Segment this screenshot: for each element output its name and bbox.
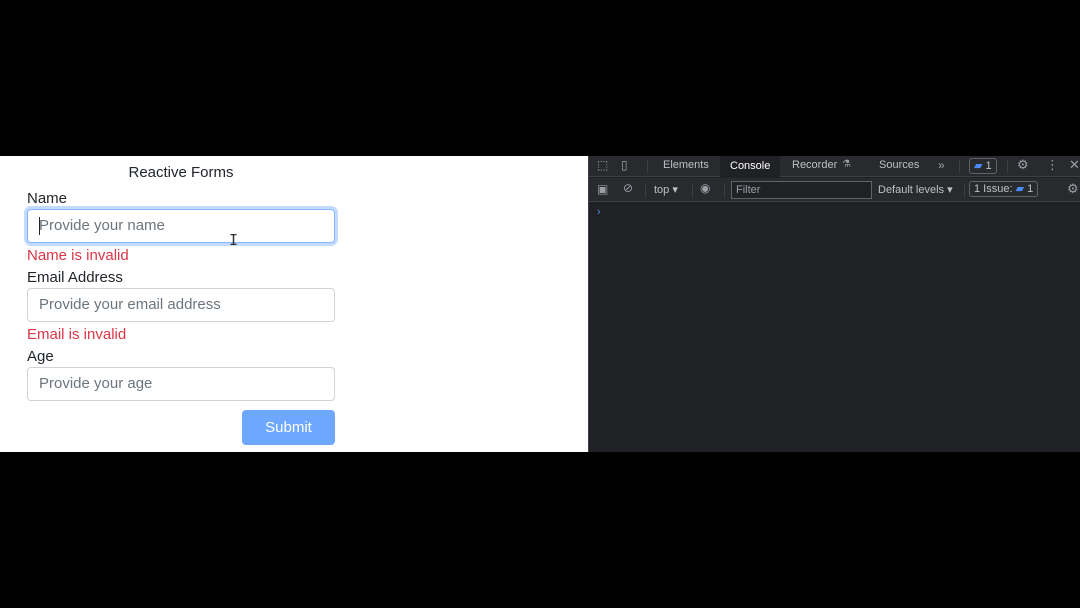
name-input[interactable]: Provide your name xyxy=(27,209,335,243)
name-error: Name is invalid xyxy=(27,247,129,264)
divider xyxy=(964,183,965,197)
settings-gear-icon[interactable]: ⚙ xyxy=(1017,157,1029,173)
age-label: Age xyxy=(27,348,54,365)
more-tabs-icon[interactable]: » xyxy=(938,158,945,172)
clear-console-icon[interactable]: ⊘ xyxy=(623,181,633,195)
devtools-tabbar: ⬚ ▯ Elements Console Recorder ⚗ Sources … xyxy=(589,156,1080,177)
log-levels-dropdown[interactable]: Default levels ▾ xyxy=(878,183,953,196)
issues-label: 1 Issue: xyxy=(974,183,1013,195)
text-caret xyxy=(39,217,40,235)
messages-badge[interactable]: ▰ 1 xyxy=(969,158,997,174)
console-prompt[interactable]: › xyxy=(597,206,601,218)
filter-input[interactable]: Filter xyxy=(731,181,872,199)
inspect-icon[interactable]: ⬚ xyxy=(597,158,608,172)
email-input[interactable]: Provide your email address xyxy=(27,288,335,322)
tab-sources[interactable]: Sources xyxy=(879,159,919,171)
submit-button[interactable]: Submit xyxy=(242,410,335,445)
flask-icon: ⚗ xyxy=(842,159,851,170)
page-title: Reactive Forms xyxy=(128,164,234,181)
issues-count: 1 xyxy=(1027,183,1034,195)
tab-console[interactable]: Console xyxy=(720,156,781,177)
devtools-panel: ⬚ ▯ Elements Console Recorder ⚗ Sources … xyxy=(588,156,1080,452)
name-placeholder: Provide your name xyxy=(39,217,165,234)
context-value: top xyxy=(654,184,670,196)
divider xyxy=(647,160,648,173)
tab-elements[interactable]: Elements xyxy=(663,159,709,171)
email-label: Email Address xyxy=(27,269,123,286)
issues-button[interactable]: 1 Issue: ▰ 1 xyxy=(969,181,1039,197)
divider xyxy=(692,183,693,197)
messages-count: 1 xyxy=(985,160,992,172)
context-selector[interactable]: top ▾ xyxy=(654,183,678,196)
eye-icon[interactable]: ◉ xyxy=(700,181,710,195)
message-icon: ▰ xyxy=(974,160,983,172)
issue-icon: ▰ xyxy=(1015,183,1025,195)
app-page: Reactive Forms Name Provide your name I … xyxy=(0,156,588,452)
email-placeholder: Provide your email address xyxy=(39,296,221,313)
name-label: Name xyxy=(27,190,68,207)
close-icon[interactable]: ✕ xyxy=(1069,157,1080,173)
email-error: Email is invalid xyxy=(27,326,127,343)
age-placeholder: Provide your age xyxy=(39,375,153,392)
screen: Reactive Forms Name Provide your name I … xyxy=(0,156,1080,452)
divider xyxy=(959,160,960,173)
console-settings-icon[interactable]: ⚙ xyxy=(1067,181,1079,197)
kebab-menu-icon[interactable]: ⋮ xyxy=(1046,157,1059,173)
console-toolbar: ▣ ⊘ top ▾ ◉ Filter Default levels ▾ 1 Is… xyxy=(589,178,1080,202)
divider xyxy=(1007,160,1008,173)
age-input[interactable]: Provide your age xyxy=(27,367,335,401)
levels-value: Default levels xyxy=(878,184,945,196)
device-toolbar-icon[interactable]: ▯ xyxy=(621,158,628,172)
divider xyxy=(645,183,646,197)
divider xyxy=(724,183,725,197)
sidebar-toggle-icon[interactable]: ▣ xyxy=(597,182,608,196)
text-cursor-icon: I xyxy=(229,231,239,249)
tab-recorder[interactable]: Recorder xyxy=(792,159,837,171)
